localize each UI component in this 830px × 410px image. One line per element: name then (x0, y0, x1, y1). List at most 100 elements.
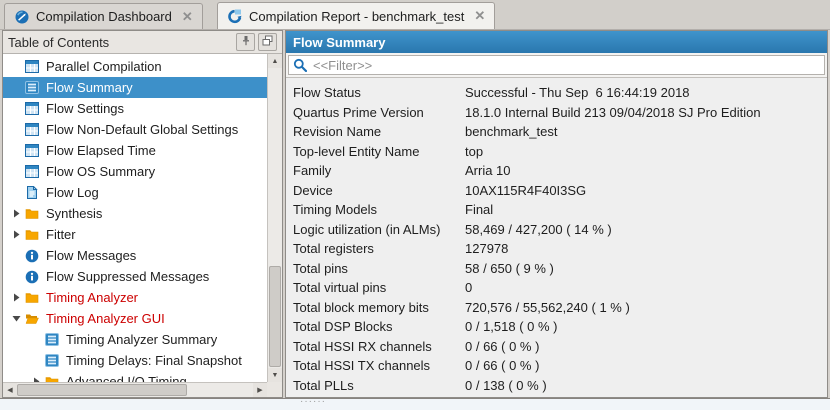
toc-item-label: Flow Summary (46, 80, 133, 95)
table-icon (25, 144, 40, 157)
vertical-scroll-thumb[interactable] (269, 266, 281, 367)
toc-item-label: Timing Analyzer (46, 290, 138, 305)
dashboard-gauge-icon (14, 9, 30, 25)
toc-item-label: Flow Suppressed Messages (46, 269, 209, 284)
report-row-total-dsp-blocks[interactable]: Total DSP Blocks0 / 1,518 ( 0 % ) (286, 317, 827, 337)
report-row-label: Device (286, 183, 465, 198)
report-row-family[interactable]: FamilyArria 10 (286, 161, 827, 181)
scroll-up-button[interactable]: ▲ (268, 54, 282, 68)
expand-collapsed-icon[interactable] (7, 230, 25, 239)
toc-item-label: Advanced I/O Timing (66, 374, 187, 382)
toc-item-flow-elapsed-time[interactable]: Flow Elapsed Time (3, 140, 267, 161)
folder-icon (25, 207, 40, 220)
pin-panel-button[interactable] (236, 33, 255, 51)
toc-item-label: Parallel Compilation (46, 59, 162, 74)
toc-vertical-scrollbar[interactable]: ▲ ▼ (267, 54, 282, 382)
toc-item-flow-summary[interactable]: Flow Summary (3, 77, 267, 98)
report-row-value: 0 / 66 ( 0 % ) (465, 339, 539, 354)
report-row-value: Arria 10 (465, 163, 511, 178)
horizontal-scroll-thumb[interactable] (17, 384, 187, 396)
toc-item-flow-non-default-global-settings[interactable]: Flow Non-Default Global Settings (3, 119, 267, 140)
float-panel-button[interactable] (258, 33, 277, 51)
report-row-value: 127978 (465, 241, 508, 256)
table-icon (25, 60, 40, 73)
report-row-total-plls[interactable]: Total PLLs0 / 138 ( 0 % ) (286, 376, 827, 396)
expand-collapsed-icon[interactable] (7, 209, 25, 218)
report-row-value: 18.1.0 Internal Build 213 09/04/2018 SJ … (465, 105, 761, 120)
table-icon (25, 123, 40, 136)
toc-item-timing-analyzer-summary[interactable]: Timing Analyzer Summary (3, 329, 267, 350)
toc-item-flow-suppressed-messages[interactable]: Flow Suppressed Messages (3, 266, 267, 287)
report-row-value: 58,469 / 427,200 ( 14 % ) (465, 222, 612, 237)
toc-item-timing-delays-final-snapshot[interactable]: Timing Delays: Final Snapshot (3, 350, 267, 371)
toc-item-advanced-i-o-timing[interactable]: Advanced I/O Timing (3, 371, 267, 382)
folder-open-icon (25, 312, 40, 325)
report-row-label: Total HSSI TX channels (286, 358, 465, 373)
expand-collapsed-icon[interactable] (7, 293, 25, 302)
report-row-value: Successful - Thu Sep 6 16:44:19 2018 (465, 85, 690, 100)
toc-item-timing-analyzer-gui[interactable]: Timing Analyzer GUI (3, 308, 267, 329)
report-row-logic-utilization-in-alms[interactable]: Logic utilization (in ALMs)58,469 / 427,… (286, 220, 827, 240)
report-row-total-pins[interactable]: Total pins58 / 650 ( 9 % ) (286, 259, 827, 279)
table-icon (25, 165, 40, 178)
scroll-right-button[interactable]: ▶ (253, 383, 267, 397)
report-row-label: Family (286, 163, 465, 178)
report-row-total-hssi-tx-channels[interactable]: Total HSSI TX channels0 / 66 ( 0 % ) (286, 356, 827, 376)
filter-box[interactable] (288, 55, 825, 75)
toc-item-label: Flow Elapsed Time (46, 143, 156, 158)
document-tab-bar: Compilation Dashboard ✕ Compilation Repo… (0, 0, 830, 30)
scroll-down-button[interactable]: ▼ (268, 368, 282, 382)
report-row-total-virtual-pins[interactable]: Total virtual pins0 (286, 278, 827, 298)
report-list-icon (25, 81, 40, 94)
tab-close-icon[interactable]: ✕ (474, 8, 485, 24)
filter-input[interactable] (311, 57, 820, 74)
report-row-revision-name[interactable]: Revision Namebenchmark_test (286, 122, 827, 142)
report-row-value: 10AX115R4F40I3SG (465, 183, 586, 198)
report-row-value: 0 / 1,518 ( 0 % ) (465, 319, 558, 334)
toc-item-label: Synthesis (46, 206, 102, 221)
toc-item-parallel-compilation[interactable]: Parallel Compilation (3, 56, 267, 77)
tab-close-icon[interactable]: ✕ (182, 9, 193, 25)
report-row-total-block-memory-bits[interactable]: Total block memory bits720,576 / 55,562,… (286, 298, 827, 318)
toc-item-label: Flow Log (46, 185, 99, 200)
toc-item-synthesis[interactable]: Synthesis (3, 203, 267, 224)
toc-item-flow-os-summary[interactable]: Flow OS Summary (3, 161, 267, 182)
report-row-label: Total registers (286, 241, 465, 256)
report-row-label: Total PLLs (286, 378, 465, 393)
toc-item-flow-messages[interactable]: Flow Messages (3, 245, 267, 266)
toc-item-label: Timing Analyzer Summary (66, 332, 217, 347)
toc-item-label: Flow Settings (46, 101, 124, 116)
report-row-value: 0 / 138 ( 0 % ) (465, 378, 547, 393)
tab-compilation-report[interactable]: Compilation Report - benchmark_test ✕ (217, 2, 495, 29)
search-icon (293, 58, 307, 72)
expand-expanded-icon[interactable] (7, 314, 25, 323)
toc-item-flow-log[interactable]: Flow Log (3, 182, 267, 203)
toc-item-timing-analyzer[interactable]: Timing Analyzer (3, 287, 267, 308)
report-row-timing-models[interactable]: Timing ModelsFinal (286, 200, 827, 220)
toc-horizontal-scrollbar[interactable]: ◀ ▶ (3, 382, 267, 397)
toc-item-label: Flow Messages (46, 248, 136, 263)
scroll-left-button[interactable]: ◀ (3, 383, 17, 397)
report-row-quartus-prime-version[interactable]: Quartus Prime Version18.1.0 Internal Bui… (286, 103, 827, 123)
splitter-grip[interactable]: ······ (300, 396, 326, 407)
table-icon (25, 102, 40, 115)
report-row-total-registers[interactable]: Total registers127978 (286, 239, 827, 259)
folder-icon (25, 228, 40, 241)
report-row-total-hssi-rx-channels[interactable]: Total HSSI RX channels0 / 66 ( 0 % ) (286, 337, 827, 357)
report-row-value: top (465, 144, 483, 159)
report-row-label: Top-level Entity Name (286, 144, 465, 159)
toc-tree: Parallel Compilation Flow Summary Flow Set… (3, 54, 267, 382)
report-row-label: Total block memory bits (286, 300, 465, 315)
log-file-icon (25, 186, 40, 199)
toc-panel-title: Table of Contents (8, 35, 233, 50)
float-panel-icon (262, 33, 273, 51)
toc-item-flow-settings[interactable]: Flow Settings (3, 98, 267, 119)
compilation-report-icon (227, 8, 243, 24)
report-row-label: Total DSP Blocks (286, 319, 465, 334)
toc-item-label: Timing Analyzer GUI (46, 311, 165, 326)
report-row-flow-status[interactable]: Flow StatusSuccessful - Thu Sep 6 16:44:… (286, 83, 827, 103)
report-row-top-level-entity-name[interactable]: Top-level Entity Nametop (286, 142, 827, 162)
tab-compilation-dashboard[interactable]: Compilation Dashboard ✕ (4, 3, 203, 29)
report-row-device[interactable]: Device10AX115R4F40I3SG (286, 181, 827, 201)
toc-item-fitter[interactable]: Fitter (3, 224, 267, 245)
